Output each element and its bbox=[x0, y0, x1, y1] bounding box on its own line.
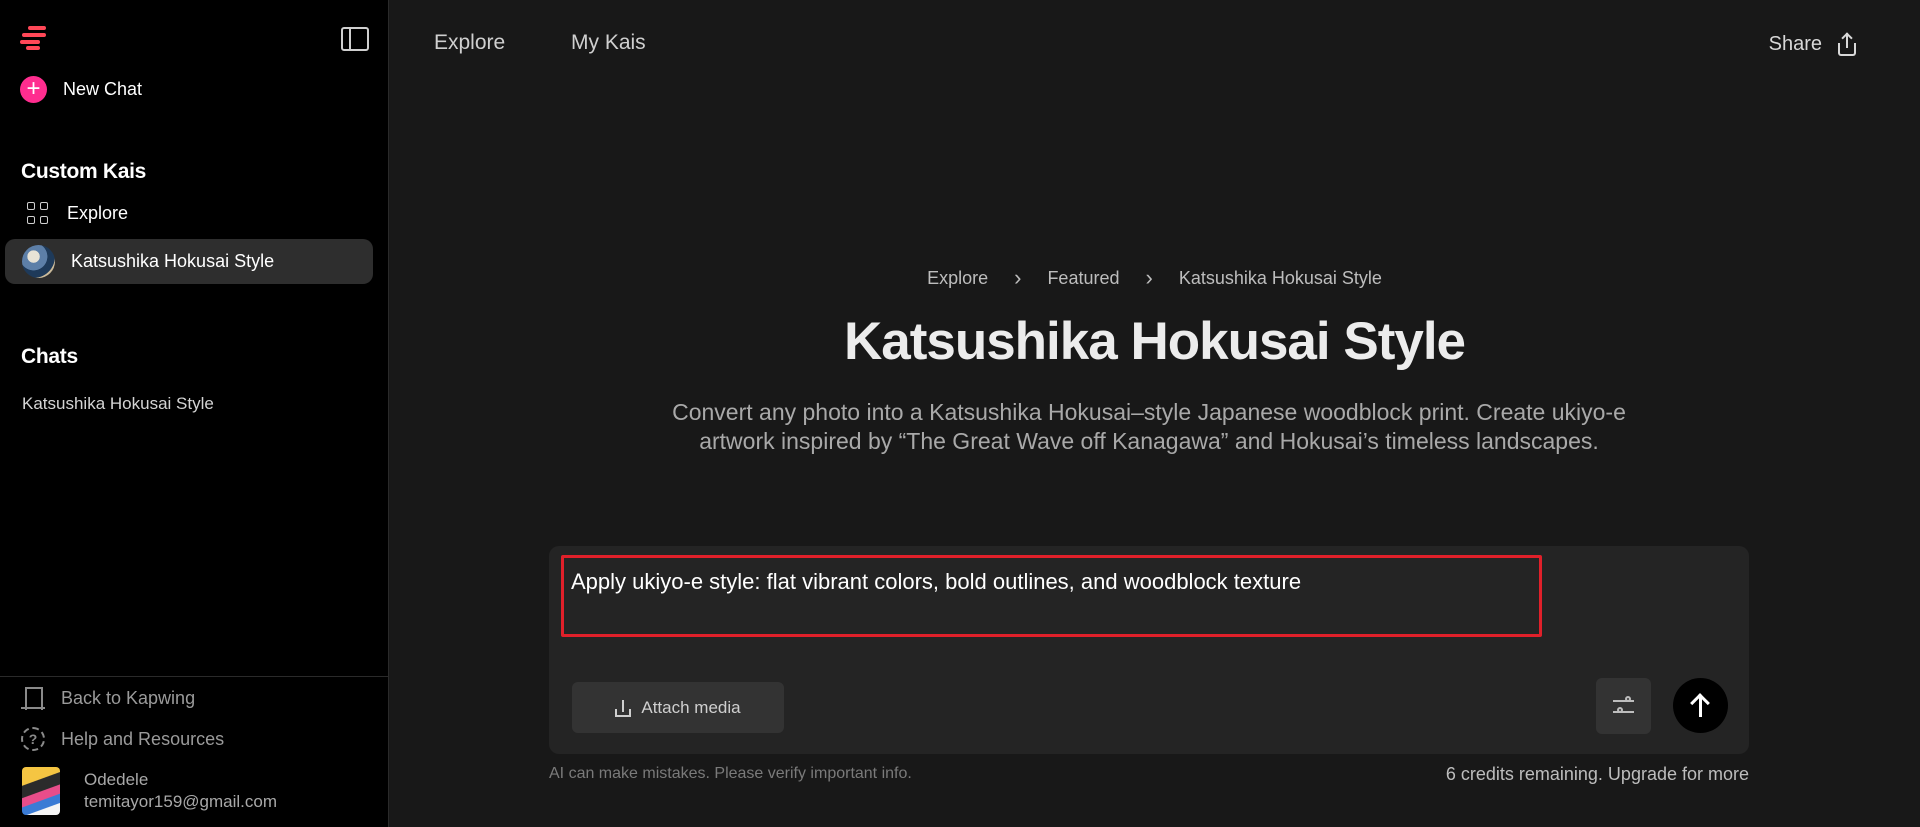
sidebar-toggle-icon[interactable] bbox=[341, 27, 369, 51]
kapwing-logo-icon[interactable] bbox=[20, 26, 50, 50]
prompt-composer: Apply ukiyo-e style: flat vibrant colors… bbox=[549, 546, 1749, 754]
door-icon bbox=[21, 685, 45, 711]
send-button[interactable] bbox=[1673, 678, 1728, 733]
share-label: Share bbox=[1768, 32, 1822, 55]
sidebar-item-label: Explore bbox=[67, 202, 129, 223]
custom-kais-heading: Custom Kais bbox=[21, 160, 147, 183]
user-name: Odedele bbox=[84, 770, 149, 789]
upload-icon bbox=[615, 699, 632, 717]
credits-remaining[interactable]: 6 credits remaining. Upgrade for more bbox=[1446, 764, 1749, 785]
disclaimer-text: AI can make mistakes. Please verify impo… bbox=[549, 765, 912, 782]
share-icon bbox=[1836, 32, 1858, 56]
tab-my-kais[interactable]: My Kais bbox=[571, 31, 646, 55]
kai-description: Convert any photo into a Katsushika Hoku… bbox=[672, 399, 1626, 454]
avatar bbox=[22, 767, 60, 815]
tab-explore[interactable]: Explore bbox=[434, 31, 505, 55]
chat-list-item[interactable]: Katsushika Hokusai Style bbox=[22, 394, 214, 414]
plus-icon: + bbox=[20, 76, 47, 103]
user-profile[interactable]: Odedele temitayor159@gmail.com bbox=[22, 767, 277, 815]
breadcrumb-explore[interactable]: Explore bbox=[927, 268, 988, 289]
help-icon: ? bbox=[21, 727, 45, 751]
chevron-right-icon: › bbox=[1145, 265, 1153, 290]
settings-button[interactable] bbox=[1596, 678, 1651, 734]
sidebar: + New Chat Custom Kais Explore Katsushik… bbox=[0, 0, 389, 827]
help-resources-link[interactable]: ? Help and Resources bbox=[21, 727, 224, 751]
back-link-label: Back to Kapwing bbox=[61, 687, 196, 708]
new-chat-button[interactable]: + New Chat bbox=[20, 76, 142, 103]
sidebar-divider bbox=[0, 676, 389, 677]
chevron-right-icon: › bbox=[1014, 265, 1022, 290]
page-title: Katsushika Hokusai Style bbox=[843, 312, 1466, 371]
prompt-input[interactable]: Apply ukiyo-e style: flat vibrant colors… bbox=[561, 555, 1542, 637]
breadcrumb-featured[interactable]: Featured bbox=[1047, 268, 1119, 289]
share-button[interactable]: Share bbox=[1769, 32, 1858, 56]
attach-media-button[interactable]: Attach media bbox=[572, 682, 784, 733]
back-to-kapwing-link[interactable]: Back to Kapwing bbox=[21, 685, 195, 711]
user-email: temitayor159@gmail.com bbox=[84, 792, 277, 811]
grid-icon bbox=[27, 202, 49, 224]
breadcrumb: Explore › Featured › Katsushika Hokusai … bbox=[0, 265, 1920, 291]
chats-heading: Chats bbox=[21, 345, 78, 368]
attach-media-label: Attach media bbox=[641, 697, 741, 717]
new-chat-label: New Chat bbox=[63, 79, 143, 99]
sidebar-item-explore[interactable]: Explore bbox=[27, 202, 128, 224]
help-link-label: Help and Resources bbox=[61, 728, 225, 749]
breadcrumb-current: Katsushika Hokusai Style bbox=[1178, 267, 1382, 288]
